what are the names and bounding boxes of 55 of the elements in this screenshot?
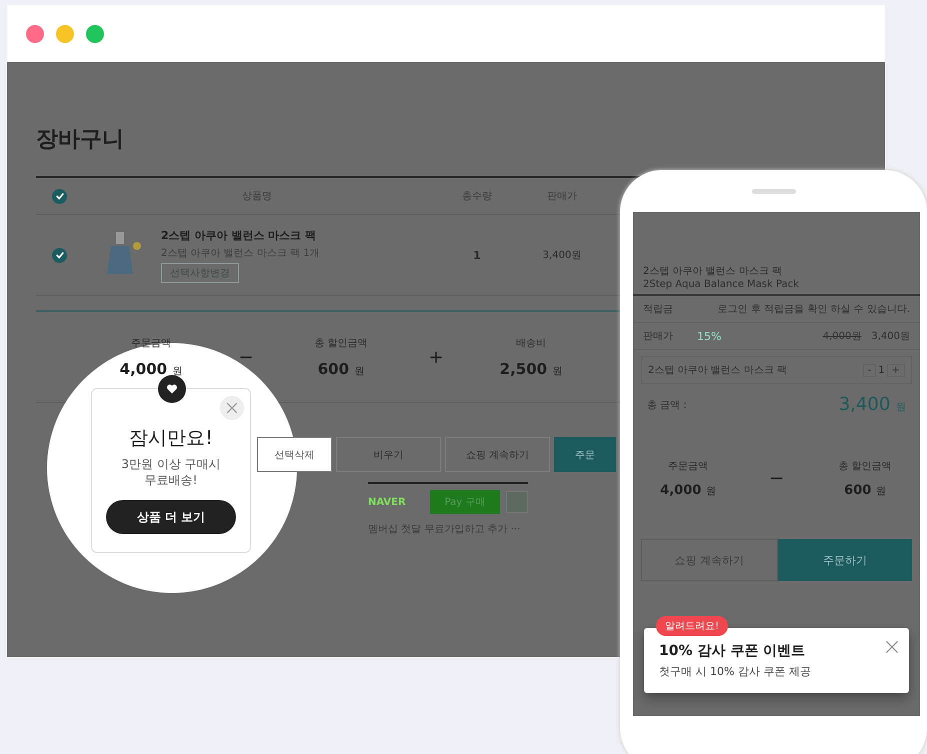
close-button[interactable] xyxy=(885,640,899,654)
operator-sign: − xyxy=(237,346,255,368)
check-icon xyxy=(54,191,64,201)
check-icon xyxy=(54,250,64,260)
discount-rate: 15% xyxy=(697,330,722,342)
original-price: 4,000원 xyxy=(822,330,862,343)
total-amount: 3,400 원 xyxy=(838,394,906,415)
decrease-button[interactable]: - xyxy=(862,364,876,376)
pay-brand-label: NAVER xyxy=(368,496,407,508)
summary-amount: 4,000 원 xyxy=(660,482,716,498)
notice-badge: 알려드려요! xyxy=(656,616,728,636)
operator-sign: − xyxy=(768,468,786,488)
price-label: 판매가 xyxy=(643,330,673,343)
quantity-text: 1 xyxy=(878,364,885,376)
summary-amount: 600 원 xyxy=(844,482,886,498)
cart-action-button[interactable]: 선택삭제 xyxy=(257,437,332,472)
summary-label: 총 할인금액 xyxy=(314,337,368,350)
toast-title: 10% 감사 쿠폰 이벤트 xyxy=(659,642,806,660)
pay-purchase-button[interactable]: Pay 구매 xyxy=(430,490,500,514)
option-name: 2스텝 아쿠아 밸런스 마스크 팩 xyxy=(648,364,788,377)
cart-action-button[interactable]: 쇼핑 계속하기 xyxy=(445,437,550,472)
cart-action-button[interactable]: 주문 xyxy=(554,437,616,472)
summary-label: 배송비 xyxy=(516,337,546,350)
price-text: 3,400원 xyxy=(542,249,582,262)
summary-amount: 600 원 xyxy=(318,360,364,378)
popup-title: 잠시만요! xyxy=(129,426,213,451)
product-name-english: 2Step Aqua Balance Mask Pack xyxy=(633,278,920,296)
summary-label: 주문금액 xyxy=(668,460,708,472)
maximize-dot-icon[interactable] xyxy=(86,24,104,42)
summary-amount: 2,500 원 xyxy=(500,360,562,378)
speaker-icon xyxy=(752,189,796,194)
page-title: 장바구니 xyxy=(36,126,125,154)
select-all-checkbox[interactable] xyxy=(52,188,67,204)
minimize-dot-icon[interactable] xyxy=(56,24,74,42)
close-button[interactable] xyxy=(220,396,244,420)
popup-message: 3만원 이상 구매시 무료배송! xyxy=(120,457,222,488)
points-text: 로그인 후 적립금을 확인 하실 수 있습니다. xyxy=(718,303,910,316)
product-name[interactable]: 2스텝 아쿠아 밸런스 마스크 팩 xyxy=(161,228,316,242)
toast-message: 첫구매 시 10% 감사 쿠폰 제공 xyxy=(659,664,812,679)
product-name: 2스텝 아쿠아 밸런스 마스크 팩 xyxy=(642,265,784,278)
summary-label: 총 할인금액 xyxy=(838,460,892,472)
more-products-button[interactable]: 상품 더 보기 xyxy=(106,500,236,534)
close-icon xyxy=(885,640,899,654)
summary-amount: 4,000 원 xyxy=(120,360,182,378)
increase-button[interactable]: + xyxy=(886,364,905,376)
close-icon xyxy=(226,402,238,414)
operator-sign: + xyxy=(427,346,445,368)
close-dot-icon[interactable] xyxy=(26,24,44,42)
cart-action-button[interactable]: 주문하기 xyxy=(778,539,912,581)
cart-action-button[interactable]: 비우기 xyxy=(336,437,441,472)
points-label: 적립금 xyxy=(643,303,673,316)
item-checkbox[interactable] xyxy=(52,248,67,262)
quantity-text: 1 xyxy=(472,248,482,262)
total-label: 총 금액 : xyxy=(647,398,687,412)
sale-price: 3,400원 xyxy=(871,330,910,343)
